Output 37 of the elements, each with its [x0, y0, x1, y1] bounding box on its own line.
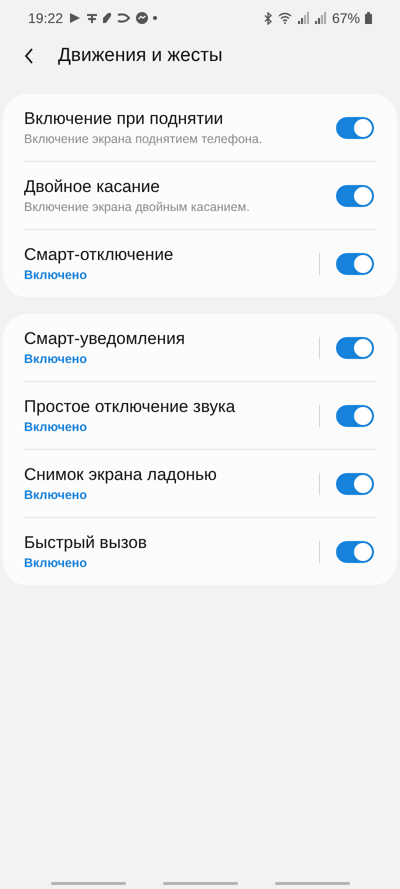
setting-status: Включено — [24, 488, 88, 502]
nav-bar-handle[interactable] — [50, 882, 126, 885]
setting-title[interactable]: Снимок экрана ладонью — [24, 465, 319, 485]
setting-description: Включение экрана двойным касанием. — [24, 200, 251, 214]
toggle-switch[interactable] — [336, 404, 374, 426]
setting-status: Включено — [24, 352, 88, 366]
setting-title[interactable]: Простое отключение звука — [24, 397, 319, 417]
messenger-icon — [136, 12, 148, 24]
signal-icon — [298, 12, 310, 24]
setting-description: Включение экрана поднятием телефона. — [24, 132, 264, 146]
play-icon — [68, 12, 82, 24]
toggle-switch[interactable] — [336, 472, 374, 494]
setting-status: Включено — [24, 420, 88, 434]
bluetooth-icon — [264, 12, 273, 24]
back-icon — [24, 48, 34, 64]
toggle-switch[interactable] — [336, 116, 374, 138]
setting-title[interactable]: Смарт-уведомления — [24, 329, 319, 349]
notification-icon — [87, 12, 98, 24]
status-time: 19:22 — [28, 10, 64, 26]
setting-status: Включено — [24, 556, 88, 570]
toggle-switch[interactable] — [336, 252, 374, 274]
toggle-switch[interactable] — [336, 336, 374, 358]
battery-icon — [365, 12, 372, 24]
nav-bar-handle[interactable] — [162, 882, 238, 885]
toggle-switch[interactable] — [336, 184, 374, 206]
page-title: Движения и жесты — [58, 45, 223, 67]
battery-percent: 67% — [332, 10, 360, 26]
setting-title[interactable]: Смарт-отключение — [24, 245, 319, 265]
wifi-icon — [278, 12, 293, 24]
nav-bar-handle[interactable] — [274, 882, 350, 885]
dot-icon — [153, 16, 158, 20]
setting-title[interactable]: Двойное касание — [24, 177, 336, 197]
signal-icon — [314, 12, 327, 24]
setting-title[interactable]: Включение при поднятии — [24, 109, 336, 129]
toggle-switch[interactable] — [336, 540, 374, 562]
setting-status: Включено — [24, 268, 88, 282]
setting-title[interactable]: Быстрый вызов — [24, 533, 319, 553]
